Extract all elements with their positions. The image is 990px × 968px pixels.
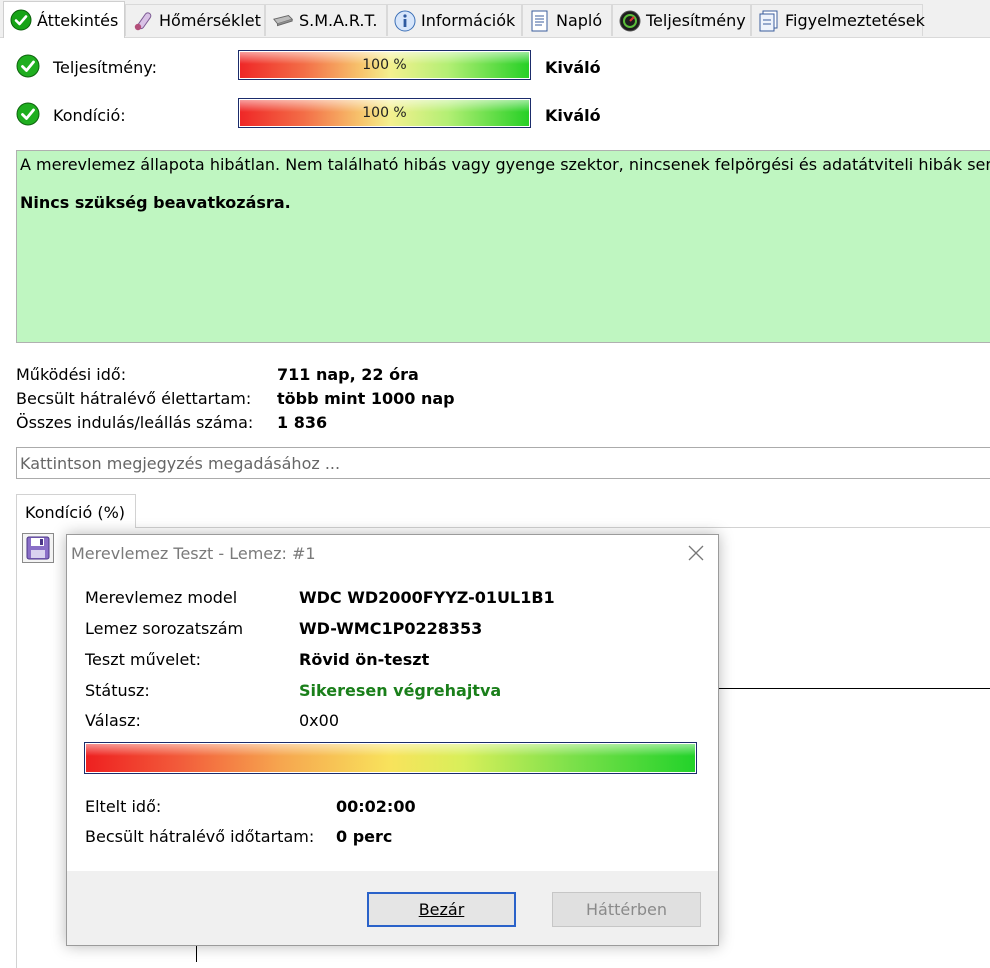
performance-label: Teljesítmény: xyxy=(53,58,157,77)
background-button[interactable]: Háttérben xyxy=(552,892,701,927)
log-document-icon xyxy=(529,10,551,32)
tab-alerts[interactable]: Figyelmeztetések xyxy=(751,4,925,36)
alerts-document-icon xyxy=(758,10,780,32)
field-label: Válasz: xyxy=(85,711,141,730)
close-button[interactable]: Bezár xyxy=(367,892,516,927)
uptime-value: 711 nap, 22 óra xyxy=(277,365,419,384)
test-operation-value: Rövid ön-teszt xyxy=(299,650,430,669)
tab-label: Napló xyxy=(556,11,603,30)
disk-model-value: WDC WD2000FYYZ-01UL1B1 xyxy=(299,588,555,607)
test-progress-bar xyxy=(84,742,697,774)
tab-label: Áttekintés xyxy=(37,10,119,30)
performance-verdict: Kiváló xyxy=(545,58,601,77)
dialog-close-icon[interactable] xyxy=(682,540,710,566)
tab-label: S.M.A.R.T. xyxy=(299,11,378,30)
check-circle-icon xyxy=(10,9,32,31)
field-label: Merevlemez model xyxy=(85,588,238,607)
start-stop-count-value: 1 836 xyxy=(277,413,328,432)
tab-label: Teljesítmény xyxy=(646,11,746,30)
health-percent: 100 % xyxy=(362,105,407,121)
tab-health-chart[interactable]: Kondíció (%) xyxy=(16,494,136,528)
performance-bar: 100 % xyxy=(238,50,531,80)
dialog-footer: Bezár Háttérben xyxy=(67,871,718,945)
tab-information[interactable]: Információk xyxy=(387,4,522,36)
chart-axis-line xyxy=(196,944,197,962)
test-progress-fill xyxy=(86,744,695,772)
remaining-life-value: több mint 1000 nap xyxy=(277,389,455,408)
tab-label: Figyelmeztetések xyxy=(785,11,925,30)
dialog-body: Merevlemez model WDC WD2000FYYZ-01UL1B1 … xyxy=(67,571,718,871)
health-bar: 100 % xyxy=(238,98,531,128)
tab-label: Hőmérséklet xyxy=(159,11,261,30)
status-message-action: Nincs szükség beavatkozásra. xyxy=(20,193,291,212)
performance-ok-icon xyxy=(16,54,40,78)
remaining-life-label: Becsült hátralévő élettartam: xyxy=(16,389,252,408)
info-icon xyxy=(394,10,416,32)
field-label: Teszt művelet: xyxy=(85,650,201,669)
tab-smart[interactable]: S.M.A.R.T. xyxy=(265,4,387,36)
elapsed-label: Eltelt idő: xyxy=(85,797,162,816)
status-message-text: A merevlemez állapota hibátlan. Nem talá… xyxy=(20,155,990,174)
health-label: Kondíció: xyxy=(53,106,126,125)
note-input[interactable]: Kattintson megjegyzés megadásához ... xyxy=(16,447,990,479)
tab-temperature[interactable]: Hőmérséklet xyxy=(125,4,265,36)
field-label: Lemez sorozatszám xyxy=(85,619,244,638)
test-status-value: Sikeresen végrehajtva xyxy=(299,681,502,700)
remaining-label: Becsült hátralévő időtartam: xyxy=(85,827,315,846)
tab-overview[interactable]: Áttekintés xyxy=(3,1,125,38)
start-stop-count-label: Összes indulás/leállás száma: xyxy=(16,413,254,432)
serial-number-value: WD-WMC1P0228353 xyxy=(299,619,483,638)
health-ok-icon xyxy=(16,102,40,126)
performance-percent: 100 % xyxy=(362,57,407,73)
elapsed-value: 00:02:00 xyxy=(336,797,416,816)
response-value: 0x00 xyxy=(299,711,340,730)
status-message-box: A merevlemez állapota hibátlan. Nem talá… xyxy=(16,150,990,343)
save-floppy-icon[interactable] xyxy=(22,533,54,563)
performance-gauge-icon xyxy=(619,10,641,32)
disk-test-dialog: Merevlemez Teszt - Lemez: #1 Merevlemez … xyxy=(66,534,719,946)
hard-disk-icon xyxy=(272,10,294,32)
thermometer-icon xyxy=(132,10,154,32)
tab-bar: Áttekintés Hőmérséklet S.M.A.R.T. Inform… xyxy=(0,0,990,38)
uptime-label: Működési idő: xyxy=(16,365,127,384)
dialog-title: Merevlemez Teszt - Lemez: #1 xyxy=(71,544,316,563)
tab-performance[interactable]: Teljesítmény xyxy=(612,4,751,36)
field-label: Státusz: xyxy=(85,681,150,700)
tab-label: Információk xyxy=(421,11,516,30)
remaining-value: 0 perc xyxy=(336,827,393,846)
health-verdict: Kiváló xyxy=(545,106,601,125)
tab-log[interactable]: Napló xyxy=(522,4,612,36)
chart-gridline xyxy=(719,688,990,689)
